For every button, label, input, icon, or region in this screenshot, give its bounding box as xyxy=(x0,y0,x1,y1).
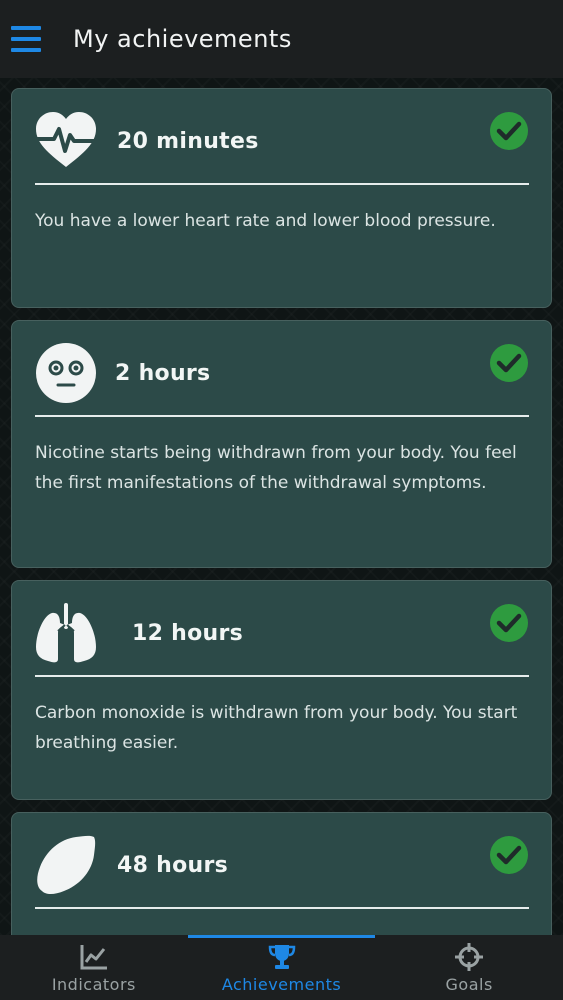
achievement-card[interactable]: 20 minutes You have a lower heart rate a… xyxy=(11,88,552,308)
lungs-icon xyxy=(36,603,96,663)
divider xyxy=(35,907,529,909)
achievement-description: Carbon monoxide is withdrawn from your b… xyxy=(35,703,518,753)
nav-label: Achievements xyxy=(221,975,342,994)
divider xyxy=(35,183,529,185)
app-bar: My achievements xyxy=(0,0,563,78)
achievement-card[interactable]: 12 hours Carbon monoxide is withdrawn fr… xyxy=(11,580,552,800)
check-circle-icon xyxy=(490,344,528,382)
check-circle-icon xyxy=(490,112,528,150)
nav-label: Goals xyxy=(445,975,493,994)
crosshair-icon xyxy=(455,943,484,971)
line-chart-icon xyxy=(80,945,107,970)
achievement-card[interactable]: 48 hours xyxy=(11,812,552,935)
achievement-title: 20 minutes xyxy=(117,129,259,154)
achievements-list[interactable]: 20 minutes You have a lower heart rate a… xyxy=(0,78,563,935)
check-circle-icon xyxy=(490,836,528,874)
nav-achievements[interactable]: Achievements xyxy=(187,935,376,1000)
check-circle-icon xyxy=(490,604,528,642)
page-title: My achievements xyxy=(73,25,292,53)
heart-pulse-icon xyxy=(36,112,96,167)
achievement-title: 2 hours xyxy=(115,361,211,386)
achievement-card[interactable]: 2 hours Nicotine starts being withdrawn … xyxy=(11,320,552,568)
nav-goals[interactable]: Goals xyxy=(375,935,563,1000)
nav-indicators[interactable]: Indicators xyxy=(0,935,188,1000)
trophy-icon xyxy=(268,945,295,969)
divider xyxy=(35,415,529,417)
bottom-navigation: Indicators Achievements Goals xyxy=(0,935,563,1000)
hamburger-menu-icon[interactable] xyxy=(11,26,41,52)
achievement-description: You have a lower heart rate and lower bl… xyxy=(35,211,496,231)
neutral-face-icon xyxy=(36,343,96,403)
achievement-title: 48 hours xyxy=(117,853,229,878)
nav-label: Indicators xyxy=(51,975,136,994)
lemon-icon xyxy=(37,835,96,894)
achievement-description: Nicotine starts being withdrawn from you… xyxy=(35,443,517,493)
achievement-title: 12 hours xyxy=(132,621,244,646)
divider xyxy=(35,675,529,677)
